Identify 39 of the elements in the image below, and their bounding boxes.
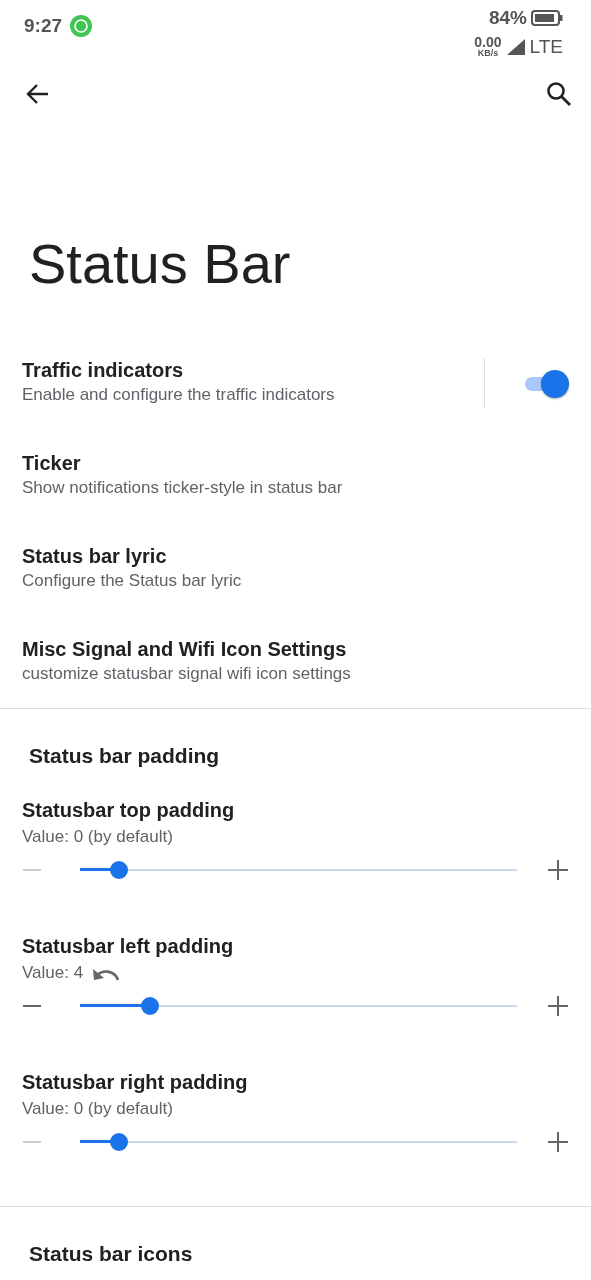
settings-item[interactable]: Misc Signal and Wifi Icon Settings customize statusbar signal wifi icon settings [0,615,591,708]
slider-thumb[interactable] [140,997,159,1016]
settings-item[interactable]: Status bar lyric Configure the Status bar lyric [0,522,591,615]
battery-percent: 84% [488,6,527,30]
network-type: LTE [529,34,563,59]
item-title: Statusbar left padding [22,934,235,960]
slider-thumb[interactable] [110,861,129,880]
settings-item[interactable]: Ticker Show notifications ticker-style in status bar [0,429,591,522]
plus-icon[interactable] [547,1131,569,1154]
settings-item[interactable]: Traffic indicators Enable and configure the traffic indicators [0,336,591,429]
item-summary: Show notifications ticker-style in status bar [22,477,344,500]
speed-unit: KB/s [476,49,500,58]
item-title: Misc Signal and Wifi Icon Settings [22,637,348,663]
slider[interactable] [80,861,517,880]
section-header: Status bar padding [28,743,221,769]
plus-icon[interactable] [547,995,569,1018]
item-summary: Enable and configure the traffic indicators [22,384,336,407]
value-text: Value: 0 (by default) [22,826,173,849]
signal-icon [505,37,526,56]
item-title: Status bar lyric [22,544,168,570]
item-summary: Configure the Status bar lyric [22,570,243,593]
section-header: Status bar icons [28,1241,194,1268]
value-text: Value: 0 (by default) [22,1098,173,1121]
slider[interactable] [80,997,517,1016]
battery-icon [531,9,563,28]
value-text: Value: 4 [22,962,84,985]
slider[interactable] [80,1133,517,1152]
chat-app-icon [70,15,93,38]
item-title: Statusbar right padding [22,1070,249,1096]
item-title: Ticker [22,451,82,477]
page-title: Status Bar [28,231,292,297]
item-summary: customize statusbar signal wifi icon settings [22,663,352,686]
slider-thumb[interactable] [110,1133,129,1152]
item-title: Traffic indicators [22,358,185,384]
plus-icon[interactable] [547,859,569,882]
clock-time: 9:27 [24,14,63,38]
item-title: Statusbar top padding [22,798,236,824]
network-speed: 0.00 [474,36,502,49]
search-icon[interactable] [545,80,573,108]
